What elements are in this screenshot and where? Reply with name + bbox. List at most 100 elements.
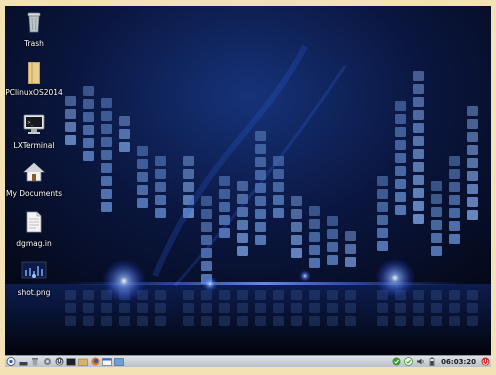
desktop-icon-shot-png[interactable]: shot.png	[5, 260, 63, 297]
desktop-icon-my-documents[interactable]: My Documents	[5, 161, 63, 198]
network-check-button[interactable]	[402, 357, 414, 367]
wallpaper-tile-reflection	[413, 316, 424, 326]
taskbar-clock[interactable]: 06:03:20	[438, 358, 479, 366]
wallpaper-tile-reflection	[119, 316, 130, 326]
folder-icon	[5, 60, 63, 88]
wallpaper-tile	[377, 202, 388, 212]
wallpaper-tile	[183, 182, 194, 192]
wallpaper-tile	[395, 101, 406, 111]
wallpaper-tile	[327, 255, 338, 265]
wallpaper-tile	[431, 246, 442, 256]
wallpaper-tile	[255, 209, 266, 219]
wallpaper-tile	[255, 131, 266, 141]
wallpaper-tile-reflection	[309, 290, 320, 300]
wallpaper-tile-reflection	[155, 290, 166, 300]
wallpaper-tile-reflection	[377, 303, 388, 313]
wallpaper-tile	[467, 132, 478, 142]
desktop-icon-trash[interactable]: Trash	[5, 11, 63, 48]
wallpaper-tile	[83, 86, 94, 96]
wallpaper-tile	[377, 241, 388, 251]
wallpaper-tile-reflection	[449, 316, 460, 326]
wallpaper-tile	[345, 231, 356, 241]
app-launcher[interactable]	[113, 357, 125, 367]
update-check-button[interactable]	[390, 357, 402, 367]
wallpaper-tile	[101, 176, 112, 186]
wallpaper-tile	[273, 182, 284, 192]
power-icon	[55, 357, 63, 366]
show-desktop-button[interactable]	[17, 357, 29, 367]
logout-icon	[481, 357, 489, 366]
wallpaper-tile-reflection	[273, 290, 284, 300]
terminal-launcher[interactable]	[65, 357, 77, 367]
logout-button[interactable]	[479, 357, 491, 367]
wallpaper-tile-reflection	[291, 316, 302, 326]
wallpaper-tile-reflection	[183, 290, 194, 300]
wallpaper-tile	[119, 116, 130, 126]
terminal-icon	[66, 357, 76, 366]
desktop-icon-label: dgmag.in	[16, 239, 52, 248]
wallpaper-tile	[101, 111, 112, 121]
desktop-icon-pclinuxos2014[interactable]: PClinuxOS2014	[5, 60, 63, 97]
wallpaper-tile-reflection	[449, 290, 460, 300]
wallpaper-tile	[395, 127, 406, 137]
wallpaper-tile	[377, 228, 388, 238]
wallpaper-tile-reflection	[237, 303, 248, 313]
wallpaper-tile	[255, 157, 266, 167]
desktop-icon-label: LXTerminal	[13, 141, 55, 150]
wallpaper-tile	[291, 235, 302, 245]
wallpaper-tile	[431, 207, 442, 217]
wallpaper-tile	[467, 197, 478, 207]
wallpaper-tile	[137, 159, 148, 169]
wallpaper-tile	[449, 182, 460, 192]
wallpaper-tile-reflection	[155, 316, 166, 326]
firefox-launcher[interactable]	[89, 357, 101, 367]
start-menu-button[interactable]	[5, 357, 17, 367]
trash-launcher[interactable]	[29, 357, 41, 367]
battery-button[interactable]	[426, 357, 438, 367]
wallpaper-tile	[101, 98, 112, 108]
power-launcher[interactable]	[53, 357, 65, 367]
wallpaper-tile	[309, 245, 320, 255]
window-launcher[interactable]	[101, 357, 113, 367]
wallpaper-tile-reflection	[467, 303, 478, 313]
wallpaper-tile	[377, 189, 388, 199]
wallpaper-tile	[309, 258, 320, 268]
wallpaper-tile-reflection	[83, 290, 94, 300]
wallpaper-tile	[467, 171, 478, 181]
wallpaper-tile	[431, 181, 442, 191]
wallpaper-tile-reflection	[395, 303, 406, 313]
wallpaper-tile	[467, 184, 478, 194]
terminal-icon: >_	[5, 113, 63, 141]
settings-launcher[interactable]	[41, 357, 53, 367]
wallpaper-tile	[101, 124, 112, 134]
wallpaper-tile	[467, 145, 478, 155]
wallpaper-tile	[395, 140, 406, 150]
wallpaper-tile	[237, 233, 248, 243]
wallpaper-tile	[83, 151, 94, 161]
volume-button[interactable]	[414, 357, 426, 367]
wallpaper-tile	[137, 146, 148, 156]
wallpaper-tile	[201, 196, 212, 206]
desktop-icon-dgmag[interactable]: dgmag.in	[5, 211, 63, 248]
wallpaper-tile-reflection	[255, 316, 266, 326]
wallpaper-tile	[327, 216, 338, 226]
wallpaper-tile-reflection	[101, 316, 112, 326]
wallpaper-tile	[327, 229, 338, 239]
app-icon	[114, 357, 124, 366]
wallpaper-tile	[327, 242, 338, 252]
file-manager-launcher[interactable]	[77, 357, 89, 367]
wallpaper-tile	[65, 109, 76, 119]
wallpaper-tile	[395, 153, 406, 163]
desktop-icon-lxterminal[interactable]: >_ LXTerminal	[5, 113, 63, 150]
wallpaper-tile-reflection	[327, 290, 338, 300]
wallpaper-tile	[467, 158, 478, 168]
wallpaper-tile-reflection	[65, 290, 76, 300]
wallpaper-tile	[83, 99, 94, 109]
wallpaper-tile	[413, 162, 424, 172]
wallpaper-tile	[395, 114, 406, 124]
wallpaper-tile	[255, 222, 266, 232]
wallpaper-tile-reflection	[273, 316, 284, 326]
wallpaper-tile	[449, 169, 460, 179]
wallpaper-tile	[237, 220, 248, 230]
settings-icon	[43, 358, 51, 365]
